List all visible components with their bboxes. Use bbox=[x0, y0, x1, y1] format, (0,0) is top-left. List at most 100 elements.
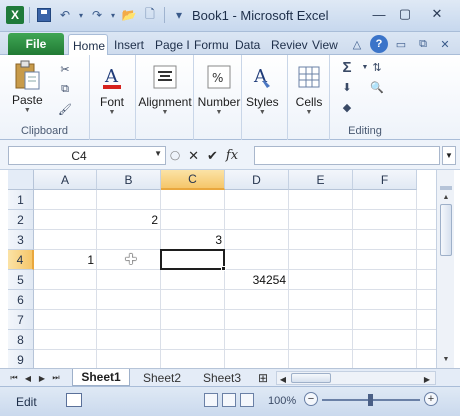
enter-icon[interactable]: ✔ bbox=[207, 148, 218, 164]
sheet-tab-sheet3[interactable]: Sheet3 bbox=[194, 369, 250, 386]
copy-icon[interactable]: ⧉ bbox=[56, 81, 74, 97]
tab-file[interactable]: File bbox=[8, 33, 64, 55]
row-header-1[interactable]: 1 bbox=[8, 190, 34, 210]
row-header-8[interactable]: 8 bbox=[8, 330, 34, 350]
close-button[interactable]: ✕ bbox=[418, 3, 456, 25]
active-cell-outline[interactable] bbox=[160, 249, 225, 270]
sort-filter-icon[interactable]: ⇅ bbox=[368, 59, 386, 75]
clear-icon[interactable]: ◆ bbox=[338, 99, 356, 115]
column-header-d[interactable]: D bbox=[225, 170, 289, 190]
tab-review[interactable]: Reviev bbox=[267, 35, 309, 55]
tab-page-layout[interactable]: Page I bbox=[151, 35, 193, 55]
sheet-tab-sheet2[interactable]: Sheet2 bbox=[134, 369, 190, 386]
first-sheet-icon[interactable]: ⏮ bbox=[8, 371, 20, 385]
row-header-3[interactable]: 3 bbox=[8, 230, 34, 250]
find-select-icon[interactable]: 🔍 bbox=[368, 79, 386, 95]
row-header-2[interactable]: 2 bbox=[8, 210, 34, 230]
paste-button[interactable]: Paste ▼ bbox=[12, 59, 43, 114]
autosum-icon[interactable]: Σ bbox=[338, 59, 356, 76]
styles-dropdown-icon[interactable]: ▼ bbox=[259, 109, 266, 116]
zoom-in-icon[interactable]: + bbox=[424, 392, 438, 406]
fill-handle[interactable] bbox=[221, 266, 226, 271]
prev-sheet-icon[interactable]: ◀ bbox=[22, 371, 34, 385]
save-button[interactable] bbox=[35, 6, 53, 24]
workbook-restore-icon[interactable]: ⧉ bbox=[414, 35, 432, 53]
workbook-close-icon[interactable]: ✕ bbox=[436, 35, 454, 53]
cell-a4[interactable]: 1 bbox=[34, 250, 97, 270]
last-sheet-icon[interactable]: ⏭ bbox=[50, 371, 62, 385]
row-header-5[interactable]: 5 bbox=[8, 270, 34, 290]
scroll-right-icon[interactable]: ▶ bbox=[421, 372, 433, 386]
cells-button[interactable]: Cells ▼ bbox=[294, 61, 324, 116]
format-painter-icon[interactable]: 🖌 bbox=[56, 101, 74, 117]
column-header-e[interactable]: E bbox=[289, 170, 353, 190]
column-header-c[interactable]: C bbox=[161, 170, 225, 190]
row-header-6[interactable]: 6 bbox=[8, 290, 34, 310]
scroll-left-icon[interactable]: ◀ bbox=[277, 372, 289, 386]
redo-button[interactable]: ↷ bbox=[88, 6, 106, 24]
excel-app-icon[interactable]: X bbox=[6, 6, 24, 24]
fill-icon[interactable]: ⬇ bbox=[338, 79, 356, 95]
open-folder-icon[interactable]: 📂 bbox=[120, 6, 138, 24]
row-header-9[interactable]: 9 bbox=[8, 350, 34, 368]
next-sheet-icon[interactable]: ▶ bbox=[36, 371, 48, 385]
cell-b2[interactable]: 2 bbox=[97, 210, 161, 230]
tab-home[interactable]: Home bbox=[68, 34, 108, 56]
name-box-dropdown-icon[interactable]: ▼ bbox=[154, 149, 162, 158]
scroll-up-icon[interactable]: ▲ bbox=[439, 190, 453, 204]
row-header-4[interactable]: 4 bbox=[8, 250, 34, 270]
minimize-button[interactable]: — bbox=[366, 3, 392, 25]
tab-data[interactable]: Data bbox=[231, 35, 267, 55]
alignment-button[interactable]: Alignment ▼ bbox=[136, 61, 194, 116]
vertical-scroll-thumb[interactable] bbox=[440, 204, 452, 256]
zoom-slider-thumb[interactable] bbox=[368, 394, 373, 406]
horizontal-scrollbar[interactable]: ◀ ▶ bbox=[276, 371, 436, 385]
font-button[interactable]: A Font ▼ bbox=[97, 61, 127, 116]
undo-dropdown-icon[interactable]: ▾ bbox=[77, 6, 85, 24]
styles-button[interactable]: A Styles ▼ bbox=[246, 61, 279, 116]
workbook-minimize-icon[interactable]: ▭ bbox=[392, 35, 410, 53]
insert-function-icon[interactable]: fx bbox=[226, 148, 238, 163]
tab-view[interactable]: View bbox=[308, 35, 342, 55]
column-header-f[interactable]: F bbox=[353, 170, 417, 190]
formula-input[interactable] bbox=[254, 146, 440, 165]
new-document-icon[interactable]: 🗋 bbox=[141, 6, 159, 24]
row-header-7[interactable]: 7 bbox=[8, 310, 34, 330]
macro-record-icon[interactable] bbox=[66, 393, 82, 407]
number-dropdown-icon[interactable]: ▼ bbox=[216, 109, 223, 116]
zoom-out-icon[interactable]: − bbox=[304, 392, 318, 406]
normal-view-icon[interactable] bbox=[204, 393, 218, 407]
horizontal-scroll-thumb[interactable] bbox=[291, 373, 331, 383]
cancel-icon[interactable]: ✕ bbox=[188, 148, 199, 164]
customize-qat-icon[interactable]: ▾ bbox=[170, 6, 188, 24]
cell-d5[interactable]: 34254 bbox=[225, 270, 289, 290]
undo-button[interactable]: ↶ bbox=[56, 6, 74, 24]
scroll-down-icon[interactable]: ▼ bbox=[439, 352, 453, 366]
page-layout-view-icon[interactable] bbox=[222, 393, 236, 407]
select-all-corner[interactable] bbox=[8, 170, 34, 190]
cut-icon[interactable]: ✂ bbox=[56, 61, 74, 77]
tab-formulas[interactable]: Formu bbox=[190, 35, 232, 55]
formula-bar-expand-icon[interactable]: ◯ bbox=[170, 150, 180, 161]
font-dropdown-icon[interactable]: ▼ bbox=[109, 109, 116, 116]
page-break-view-icon[interactable] bbox=[240, 393, 254, 407]
column-header-b[interactable]: B bbox=[97, 170, 161, 190]
vertical-scrollbar[interactable]: ▲ ▼ bbox=[436, 170, 454, 368]
expand-formula-bar-icon[interactable]: ▼ bbox=[442, 146, 456, 165]
name-box[interactable]: C4 ▼ bbox=[8, 146, 166, 165]
worksheet-grid[interactable]: A B C D E F 1 2 3 4 5 6 7 8 9 2 3 1 34254 ✚ bbox=[8, 170, 436, 368]
maximize-button[interactable]: ▢ bbox=[392, 3, 418, 25]
insert-sheet-icon[interactable]: ⊞ bbox=[256, 369, 270, 386]
alignment-dropdown-icon[interactable]: ▼ bbox=[162, 109, 169, 116]
redo-dropdown-icon[interactable]: ▾ bbox=[109, 6, 117, 24]
cells-dropdown-icon[interactable]: ▼ bbox=[306, 109, 313, 116]
paste-dropdown-icon[interactable]: ▼ bbox=[24, 107, 31, 114]
tab-insert[interactable]: Insert bbox=[110, 35, 152, 55]
sheet-tab-sheet1[interactable]: Sheet1 bbox=[72, 369, 130, 386]
cell-c3[interactable]: 3 bbox=[161, 230, 225, 250]
zoom-level[interactable]: 100% bbox=[268, 395, 296, 407]
help-icon[interactable]: ? bbox=[370, 35, 388, 53]
number-button[interactable]: % Number ▼ bbox=[196, 61, 242, 116]
column-header-a[interactable]: A bbox=[34, 170, 97, 190]
collapse-ribbon-icon[interactable]: △ bbox=[348, 35, 366, 53]
